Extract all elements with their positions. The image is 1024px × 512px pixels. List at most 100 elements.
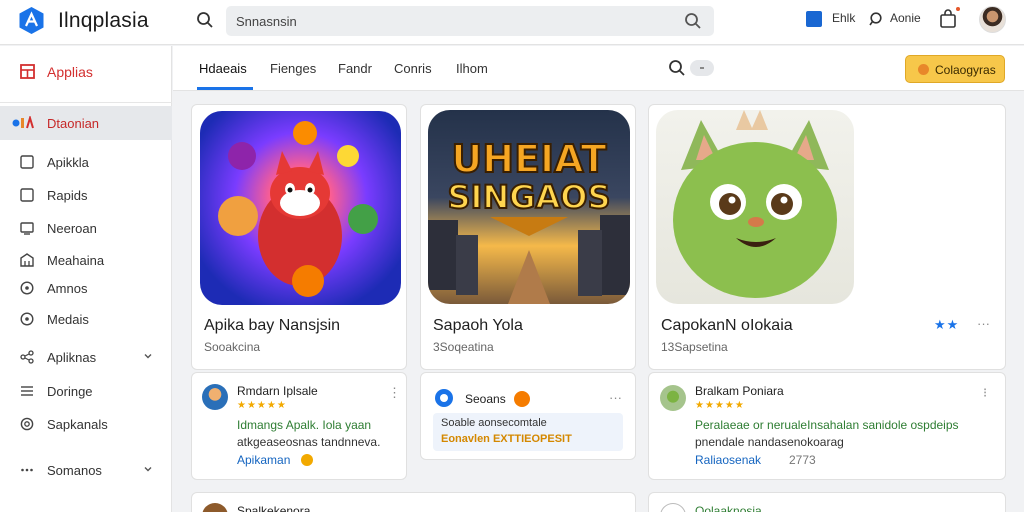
sidebar-item-sapkanals[interactable]: Sapkanals [0,410,172,438]
thumb-title-2: SINGAOS [447,178,610,216]
sidebar-item-meahaina[interactable]: Meahaina [0,246,172,274]
rating-stars: ★★★★★ [695,400,745,411]
header-item-2[interactable]: Aonie [890,11,921,25]
search-icon[interactable] [668,59,686,77]
app-logo-icon[interactable] [18,6,45,35]
chevron-down-icon[interactable] [143,351,153,361]
tab-1[interactable]: Fienges [270,61,316,76]
reviewer-avatar[interactable] [202,384,228,410]
bottom-card-1[interactable]: Spalkekenora [191,492,636,512]
chat-icon[interactable] [435,389,453,407]
review-link[interactable]: Apikaman [237,452,290,469]
sidebar-active-label: Dtaonian [47,116,100,131]
sidebar-item-amnos[interactable]: Amnos [0,274,172,302]
review-link[interactable]: Raliaosenak [695,452,761,469]
promo-box[interactable]: Soable aonsecomtale Eonavlen EXTTIEOPESI… [433,413,623,451]
filter-toggle[interactable] [690,60,714,76]
sidebar-item-neeroan[interactable]: Neeroan [0,214,172,242]
sidebar-item-apikkla[interactable]: Apikkla [0,148,172,176]
green-creature-art [673,110,837,298]
sidebar-item-label: Neeroan [47,221,97,236]
info-icon [20,312,34,326]
sidebar-item-label: Sapkanals [47,417,108,432]
search-submit-icon[interactable] [684,12,702,30]
channel-label[interactable]: Seoans [465,392,506,406]
search-box[interactable] [226,6,714,36]
app-thumbnail[interactable]: UHEIAT SINGAOS [428,110,630,304]
sidebar-item-rapids[interactable]: Rapids [0,181,172,209]
app-title[interactable]: Sapaoh Yola [433,317,523,335]
sidebar-item-active[interactable]: Dtaonian [0,106,172,140]
more-icon [21,468,33,472]
sidebar-item-label: Medais [47,312,89,327]
active-tab-indicator [197,87,253,90]
tab-3[interactable]: Conris [394,61,432,76]
app-name: Ilnqplasia [58,9,149,32]
review-highlight: Peralaeae or nerualeInsahalan sanidole o… [695,418,959,432]
apps-grid-icon [20,64,35,79]
review-card-1: Rmdarn Iplsale ★★★★★ ⋮ Idmangs Apalk. Io… [191,372,407,480]
promo-line-1: Soable aonsecomtale [441,417,547,429]
reviewer-avatar[interactable] [660,503,686,512]
game-title-art: UHEIAT SINGAOS [428,136,630,304]
review-text-line-1: Idmangs Apalk. Iola yaan [237,418,372,432]
sidebar-item-somanos[interactable]: Somanos [0,456,172,484]
more-options-icon[interactable]: ··· [609,390,622,405]
sidebar-item-label: Somanos [47,463,102,478]
shopping-bag-icon[interactable] [939,9,957,29]
sidebar-item-label: Rapids [47,188,88,203]
sidebar-header[interactable]: Applias [0,56,172,86]
chevron-down-icon[interactable] [143,464,153,474]
search-small-icon[interactable] [869,11,885,27]
reviewer-name[interactable]: Bralkam Poniara [695,384,784,398]
sidebar-item-label: Apliknas [47,350,97,365]
reviewer-name[interactable]: Spalkekenora [237,504,310,512]
sidebar-item-label: Amnos [47,281,88,296]
brand-colors-icon [12,116,34,129]
app-card-3[interactable]: CapokanN oIokaia 13Sapsetina ★★ ··· [648,104,1006,370]
sidebar-item-label: Doringe [47,384,93,399]
review-card-3: Bralkam Poniara ★★★★★ ⁝ Peralaeae or ner… [648,372,1006,480]
more-options-icon[interactable]: ··· [977,316,990,331]
tab-4[interactable]: Ilhom [456,61,488,76]
sidebar-item-doringe[interactable]: Doringe [0,377,172,405]
rating-stars: ★★★★★ [237,400,287,411]
badge-icon[interactable] [514,391,530,407]
building-icon [20,253,34,267]
tab-2[interactable]: Fandr [338,61,372,76]
more-options-icon[interactable]: ⁝ [983,385,987,401]
header-item-1[interactable]: Ehlk [832,11,855,25]
info-card-2: Seoans ··· Soable aonsecomtale Eonavlen … [420,372,636,460]
rating-stars-small: ★★ [934,317,960,332]
orange-dot-icon [918,64,929,75]
reviewer-name[interactable]: Rmdarn Iplsale [237,384,318,398]
sidebar-item-apliknas[interactable]: Apliknas [0,343,172,371]
app-card-1[interactable]: Apika bay Nansjsin Sooakcina [191,104,407,370]
app-thumbnail[interactable] [200,111,401,305]
tab-0[interactable]: Hdaeais [199,61,247,76]
info-icon [20,281,34,295]
search-icon[interactable] [196,11,214,29]
app-title[interactable]: Apika bay Nansjsin [204,317,340,335]
bottom-card-2[interactable]: Oolaaknosia [648,492,1006,512]
reviewer-avatar[interactable] [202,503,228,512]
settings-icon [20,417,34,431]
review-text-line-2: atkgeaseosnas tandnneva. [237,435,381,449]
reviewer-name[interactable]: Oolaaknosia [695,504,762,512]
more-options-icon[interactable]: ⋮ [388,385,401,401]
share-icon [20,350,34,364]
screen-icon [20,222,34,235]
app-title[interactable]: CapokanN oIokaia [661,317,793,335]
categories-button[interactable]: Colaogyras [905,55,1005,83]
user-avatar[interactable] [979,6,1006,33]
reviewer-avatar[interactable] [660,385,686,411]
app-thumbnail[interactable] [656,110,854,304]
thumb-title-1: UHEIAT [451,137,606,181]
status-square-icon[interactable] [806,11,822,27]
sidebar-divider [0,102,172,103]
app-subtitle: 3Soqeatina [433,340,494,354]
search-input[interactable] [236,12,656,30]
emoji-icon [301,454,313,466]
app-card-2[interactable]: UHEIAT SINGAOS Sapaoh Yola 3Soqeatina [420,104,636,370]
sidebar-item-medais[interactable]: Medais [0,305,172,333]
